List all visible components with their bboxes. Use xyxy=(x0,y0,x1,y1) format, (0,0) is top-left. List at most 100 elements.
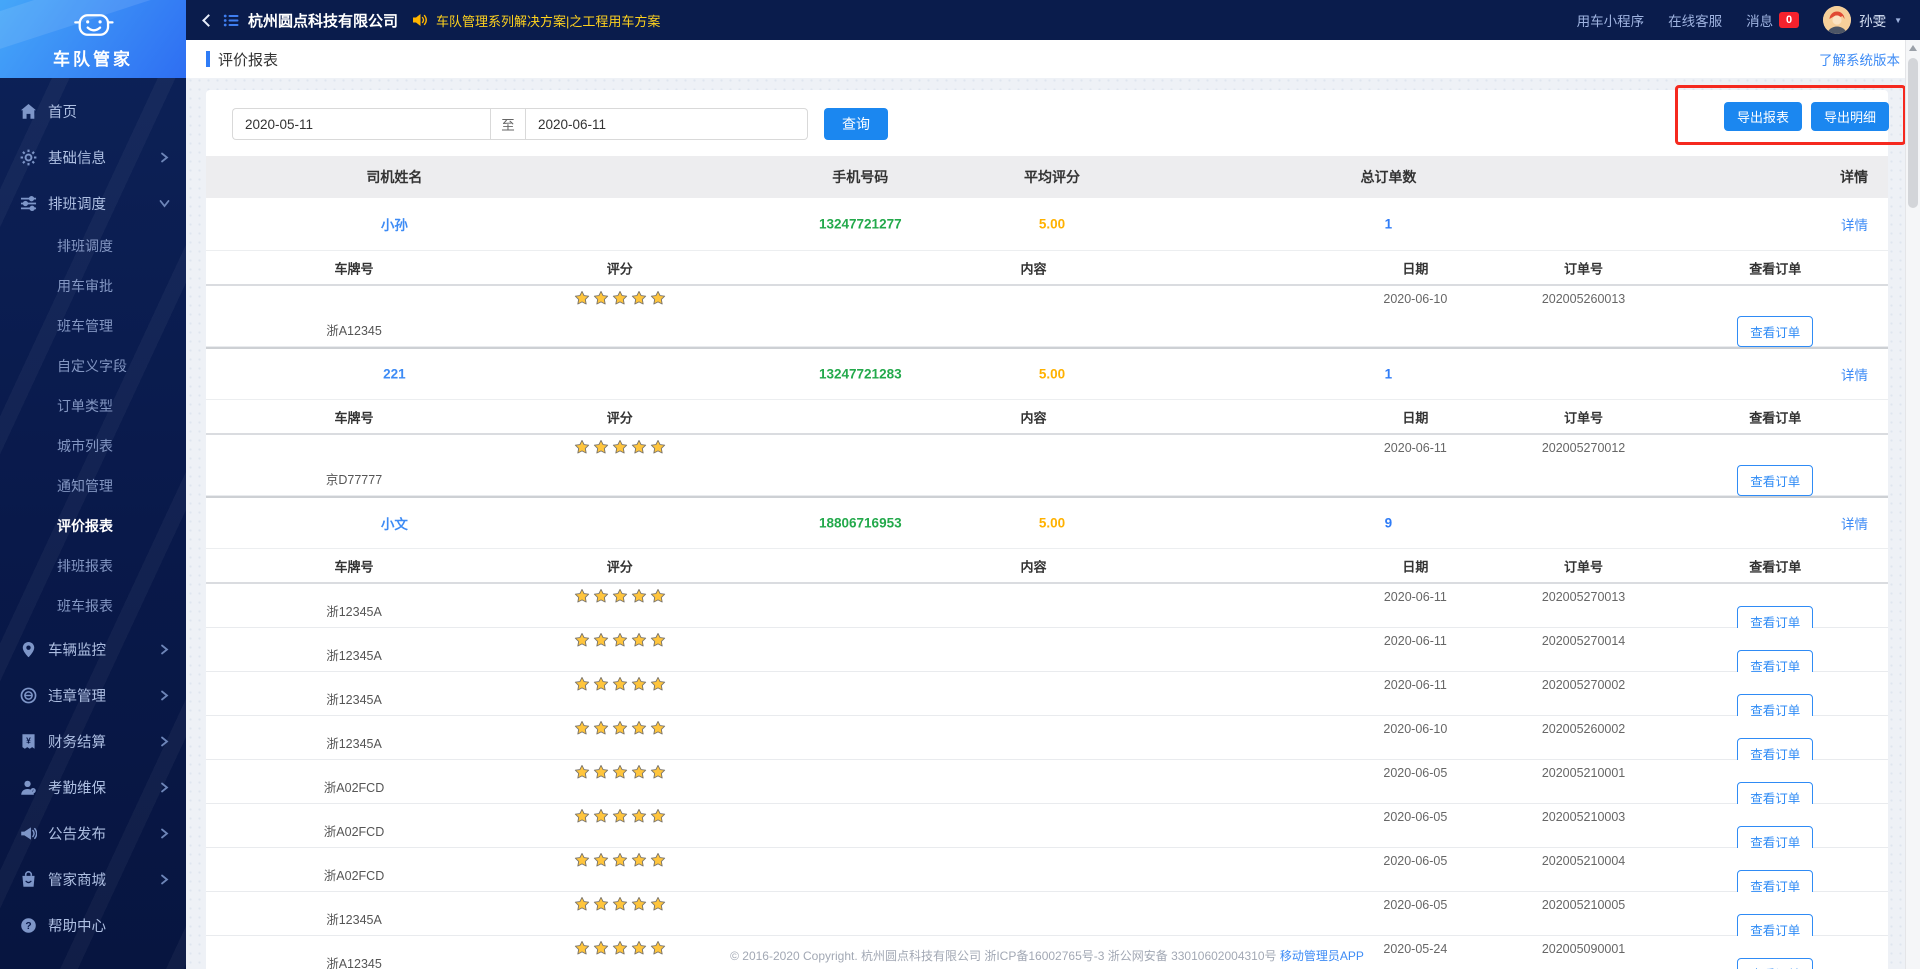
view-order-button[interactable]: 查看订单 xyxy=(1737,316,1813,347)
driver-summary-row: 小孙132477212775.001详情 xyxy=(206,198,1888,250)
online-service-link[interactable]: 在线客服 xyxy=(1668,10,1722,30)
sidebar-subitem-评价报表[interactable]: 评价报表 xyxy=(0,506,186,546)
sidebar-subitem-用车审批[interactable]: 用车审批 xyxy=(0,266,186,306)
sidebar-item-基础信息[interactable]: 基础信息 xyxy=(0,134,186,180)
export-detail-button[interactable]: 导出明细 xyxy=(1811,102,1889,131)
star-rating xyxy=(574,588,666,604)
sidebar-item-违章管理[interactable]: 违章管理 xyxy=(0,672,186,718)
driver-detail-link[interactable]: 详情 xyxy=(1841,364,1868,384)
sidebar-subitem-班车报表[interactable]: 班车报表 xyxy=(0,586,186,626)
star-icon xyxy=(574,290,590,306)
user-name: 孙雯 xyxy=(1859,10,1886,30)
star-rating xyxy=(574,720,666,736)
star-icon xyxy=(650,588,666,604)
start-date-input[interactable] xyxy=(232,108,490,140)
menu-list-icon[interactable] xyxy=(223,13,239,28)
star-icon xyxy=(574,720,590,736)
sidebar-item-公告发布[interactable]: 公告发布 xyxy=(0,810,186,856)
sidebar-item-label: 基础信息 xyxy=(48,147,106,168)
export-highlight-box: 导出报表 导出明细 xyxy=(1675,85,1906,145)
plate-number: 浙12345A xyxy=(326,909,382,928)
mini-program-link[interactable]: 用车小程序 xyxy=(1577,10,1645,30)
app-logo[interactable]: 车队管家 xyxy=(0,0,186,78)
user-menu[interactable]: 孙雯 ▼ xyxy=(1823,6,1902,34)
star-icon xyxy=(631,588,647,604)
star-icon xyxy=(650,764,666,780)
driver-name[interactable]: 小文 xyxy=(381,513,408,533)
star-rating xyxy=(574,808,666,824)
messages-link[interactable]: 消息 0 xyxy=(1746,10,1799,30)
car-logo-icon xyxy=(70,8,116,42)
plate-number: 浙A12345 xyxy=(326,320,382,339)
star-icon xyxy=(650,632,666,648)
messages-count-badge: 0 xyxy=(1779,12,1799,28)
driver-name[interactable]: 221 xyxy=(383,367,406,382)
plate-number: 浙12345A xyxy=(326,601,382,620)
search-button[interactable]: 查询 xyxy=(824,108,888,140)
star-icon xyxy=(631,439,647,455)
sidebar-item-首页[interactable]: 首页 xyxy=(0,88,186,134)
sidebar-item-排班调度[interactable]: 排班调度 xyxy=(0,180,186,226)
filter-row: 至 查询 导出报表 导出明细 xyxy=(206,102,1888,146)
driver-group: 221132477212835.001详情车牌号评分内容日期订单号查看订单京D7… xyxy=(206,347,1888,496)
scrollbar-thumb[interactable] xyxy=(1908,58,1918,208)
chevron-right-icon xyxy=(159,828,170,839)
sidebar-item-label: 考勤维保 xyxy=(48,777,106,798)
chevron-down-icon: ▼ xyxy=(1894,16,1902,25)
sidebar-subitem-排班报表[interactable]: 排班报表 xyxy=(0,546,186,586)
subheader-date: 日期 xyxy=(1402,556,1428,575)
header-detail: 详情 xyxy=(1840,167,1868,187)
sidebar-subitem-订单类型[interactable]: 订单类型 xyxy=(0,386,186,426)
messages-label: 消息 xyxy=(1746,10,1773,30)
star-icon xyxy=(631,632,647,648)
order-number: 202005210001 xyxy=(1542,766,1625,780)
admin-app-link[interactable]: 移动管理员APP xyxy=(1280,949,1364,963)
driver-detail-link[interactable]: 详情 xyxy=(1841,214,1868,234)
star-icon xyxy=(650,852,666,868)
sidebar-subitem-排班调度[interactable]: 排班调度 xyxy=(0,226,186,266)
sidebar-subitem-班车管理[interactable]: 班车管理 xyxy=(0,306,186,346)
sliders-icon xyxy=(20,195,37,212)
order-number: 202005260002 xyxy=(1542,722,1625,736)
sidebar-item-财务结算[interactable]: ¥财务结算 xyxy=(0,718,186,764)
driver-phone: 18806716953 xyxy=(819,516,902,531)
sidebar-item-label: 管家商城 xyxy=(48,869,106,890)
star-icon xyxy=(574,588,590,604)
order-row: 京D777772020-06-11202005270012查看订单 xyxy=(206,435,1888,496)
sidebar-item-帮助中心[interactable]: ?帮助中心 xyxy=(0,902,186,948)
subheader-plate: 车牌号 xyxy=(335,407,374,426)
sidebar-item-label: 首页 xyxy=(48,101,77,122)
star-rating xyxy=(574,290,666,306)
order-number: 202005270014 xyxy=(1542,634,1625,648)
star-icon xyxy=(574,676,590,692)
view-order-button[interactable]: 查看订单 xyxy=(1737,465,1813,496)
subheader-plate: 车牌号 xyxy=(335,556,374,575)
sidebar-item-label: 财务结算 xyxy=(48,731,106,752)
end-date-input[interactable] xyxy=(526,108,808,140)
collapse-back-icon[interactable] xyxy=(202,14,215,27)
sidebar-item-车辆监控[interactable]: 车辆监控 xyxy=(0,626,186,672)
evaluation-report-table: 司机姓名 手机号码 平均评分 总订单数 详情 小孙132477212775.00… xyxy=(206,156,1888,969)
system-version-link[interactable]: 了解系统版本 xyxy=(1819,49,1900,69)
star-icon xyxy=(650,896,666,912)
sidebar-item-考勤维保[interactable]: ✓ 考勤维保 xyxy=(0,764,186,810)
plate-number: 浙A02FCD xyxy=(324,777,384,796)
order-date: 2020-06-05 xyxy=(1383,766,1447,780)
star-icon xyxy=(612,290,628,306)
chevron-down-icon xyxy=(159,198,170,209)
driver-detail-link[interactable]: 详情 xyxy=(1841,513,1868,533)
sidebar-subitem-通知管理[interactable]: 通知管理 xyxy=(0,466,186,506)
subheader-date: 日期 xyxy=(1402,407,1428,426)
sidebar-subitem-自定义字段[interactable]: 自定义字段 xyxy=(0,346,186,386)
export-report-button[interactable]: 导出报表 xyxy=(1724,102,1802,131)
driver-name[interactable]: 小孙 xyxy=(381,214,408,234)
subheader-view-order: 查看订单 xyxy=(1749,258,1801,277)
plate-number: 浙A02FCD xyxy=(324,865,384,884)
person-icon: ✓ xyxy=(20,779,37,796)
subheader-order-no: 订单号 xyxy=(1564,258,1603,277)
sidebar-item-管家商城[interactable]: 管家商城 xyxy=(0,856,186,902)
sidebar-subitem-城市列表[interactable]: 城市列表 xyxy=(0,426,186,466)
subheader-order-no: 订单号 xyxy=(1564,407,1603,426)
scroll-up-arrow[interactable] xyxy=(1909,45,1917,51)
chevron-right-icon xyxy=(159,782,170,793)
